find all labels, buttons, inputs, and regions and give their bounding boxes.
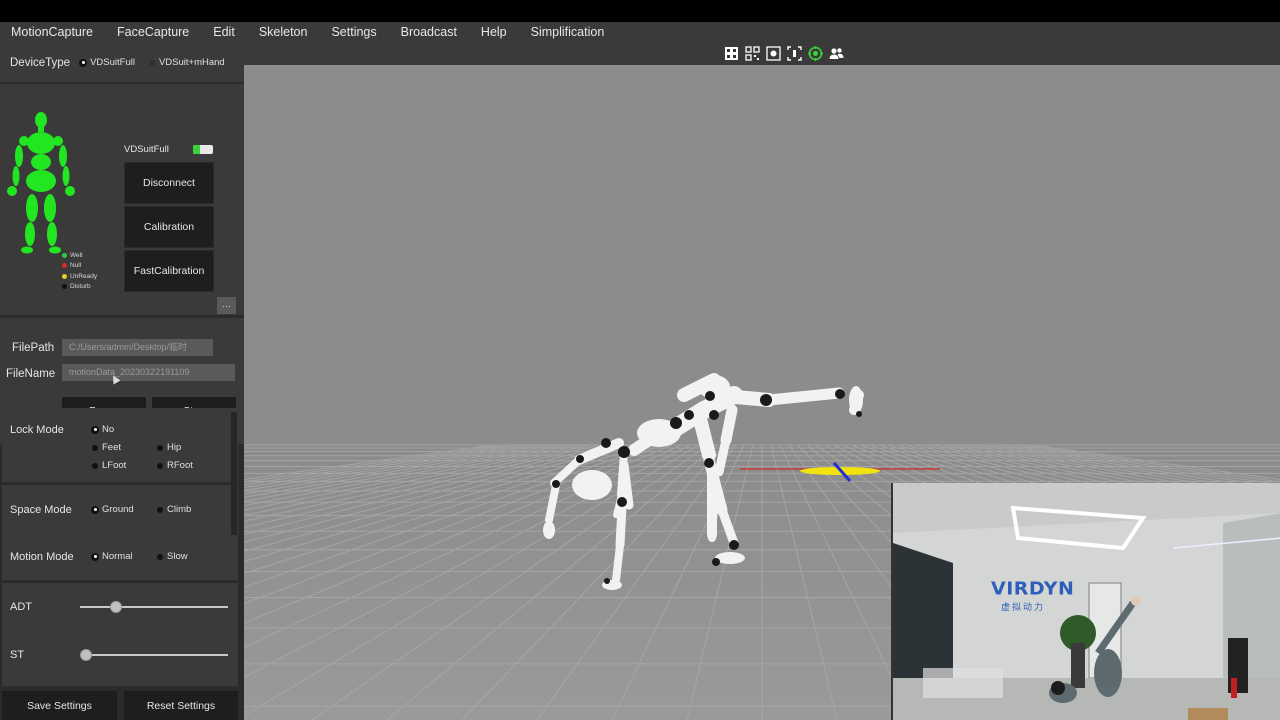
camera-capture-icon[interactable] <box>766 46 781 61</box>
camera-brand-subtitle: 虚拟动力 <box>1001 602 1046 612</box>
device-type-option-vdsuit-mhand[interactable]: VDSuit+mHand <box>148 57 225 68</box>
file-name-field[interactable]: motionData_20230322191109 <box>62 364 235 381</box>
mode-block: Space Mode Ground Climb Motion Mode Norm… <box>2 485 238 580</box>
menu-settings[interactable]: Settings <box>320 22 389 43</box>
radio-unselected-icon <box>92 444 98 451</box>
st-slider-track[interactable] <box>80 654 228 656</box>
menu-broadcast[interactable]: Broadcast <box>390 22 470 43</box>
radio-selected-icon <box>80 59 87 66</box>
st-label: ST <box>10 649 25 661</box>
lock-mode-option-rfoot[interactable]: RFoot <box>157 460 193 471</box>
scrollbar-thumb[interactable] <box>231 412 237 535</box>
menu-help[interactable]: Help <box>470 22 520 43</box>
status-legend: Well Null UnReady Disturb <box>62 251 97 293</box>
camera-feed: VIRDYN 虚拟动力 <box>891 483 1280 720</box>
menu-simplification[interactable]: Simplification <box>520 22 618 43</box>
camera-scene <box>893 483 1280 720</box>
radio-unselected-icon <box>157 506 163 513</box>
device-type-row: DeviceType VDSuitFull VDSuit+mHand <box>0 43 244 82</box>
radio-unselected-icon <box>157 553 163 560</box>
camera-brand-logo: VIRDYN <box>991 578 1075 600</box>
lock-mode-option-hip[interactable]: Hip <box>157 442 181 453</box>
suit-name: VDSuitFull <box>124 144 169 155</box>
lock-mode-option-lfoot[interactable]: LFoot <box>92 460 126 471</box>
fast-calibration-button[interactable]: FastCalibration <box>124 250 214 292</box>
legend-null: Null <box>62 261 97 271</box>
motion-mode-option-normal[interactable]: Normal <box>92 551 133 562</box>
radio-selected-icon <box>92 426 98 433</box>
file-path-label: FilePath <box>12 342 55 354</box>
motion-mode-label: Motion Mode <box>10 551 74 563</box>
radio-unselected-icon <box>148 59 155 66</box>
legend-well: Well <box>62 251 97 261</box>
lock-mode-label: Lock Mode <box>10 424 64 436</box>
menu-facecapture[interactable]: FaceCapture <box>106 22 202 43</box>
radio-unselected-icon <box>92 462 98 469</box>
menu-motioncapture[interactable]: MotionCapture <box>0 22 106 43</box>
motion-mode-option-slow[interactable]: Slow <box>157 551 188 562</box>
radio-unselected-icon <box>157 444 163 451</box>
menu-bar: MotionCapture FaceCapture Edit Skeleton … <box>0 22 1280 43</box>
device-type-label: DeviceType <box>10 56 71 69</box>
fit-view-icon[interactable] <box>787 46 802 61</box>
space-mode-option-ground[interactable]: Ground <box>92 504 134 515</box>
adt-slider-track[interactable] <box>80 606 228 608</box>
lock-mode-option-no[interactable]: No <box>92 424 114 435</box>
status-dot-icon <box>62 252 67 258</box>
status-dot-icon <box>62 284 67 289</box>
disconnect-button[interactable]: Disconnect <box>124 162 214 204</box>
device-type-option-vdsuitfull[interactable]: VDSuitFull <box>80 57 135 68</box>
left-panel: DeviceType VDSuitFull VDSuit+mHand Well … <box>0 43 244 720</box>
status-dot-icon <box>62 263 67 269</box>
sliders-block: ADT ST <box>2 583 238 686</box>
battery-icon <box>193 145 213 154</box>
space-mode-option-climb[interactable]: Climb <box>157 504 191 515</box>
fullscreen-icon[interactable] <box>724 46 739 61</box>
legend-disturb: Disturb <box>62 282 97 292</box>
status-dot-icon <box>62 273 67 279</box>
file-name-label: FileName <box>6 368 56 380</box>
radio-unselected-icon <box>157 462 163 469</box>
settings-scrollbar[interactable] <box>231 412 237 535</box>
radio-selected-icon <box>92 506 98 513</box>
browse-button[interactable]: ··· <box>217 297 236 314</box>
viewport-toolbar <box>244 43 1280 65</box>
menu-skeleton[interactable]: Skeleton <box>248 22 321 43</box>
lock-mode-block: Lock Mode No Feet Hip LFoot RFoot <box>2 408 238 482</box>
adt-slider-handle[interactable] <box>109 601 122 613</box>
target-icon[interactable] <box>808 46 823 61</box>
device-panel: Well Null UnReady Disturb VDSuitFull Dis… <box>0 84 244 315</box>
title-bar <box>0 0 1280 22</box>
file-path-field[interactable]: C:/Users/admin/Desktop/临时 <box>62 339 213 356</box>
legend-unready: UnReady <box>62 272 97 282</box>
save-settings-button[interactable]: Save Settings <box>2 691 117 720</box>
radio-selected-icon <box>92 553 98 560</box>
adt-label: ADT <box>10 601 32 613</box>
battery-fill <box>193 145 200 154</box>
3d-viewport[interactable]: VIRDYN 虚拟动力 <box>244 43 1280 720</box>
lock-mode-option-feet[interactable]: Feet <box>92 442 121 453</box>
space-mode-label: Space Mode <box>10 504 72 516</box>
calibration-button[interactable]: Calibration <box>124 206 214 248</box>
reset-settings-button[interactable]: Reset Settings <box>124 691 238 720</box>
users-icon[interactable] <box>829 46 844 61</box>
body-status-figure-icon <box>7 112 75 254</box>
st-slider-handle[interactable] <box>80 649 92 661</box>
menu-edit[interactable]: Edit <box>202 22 248 43</box>
qr-grid-icon[interactable] <box>745 46 760 61</box>
